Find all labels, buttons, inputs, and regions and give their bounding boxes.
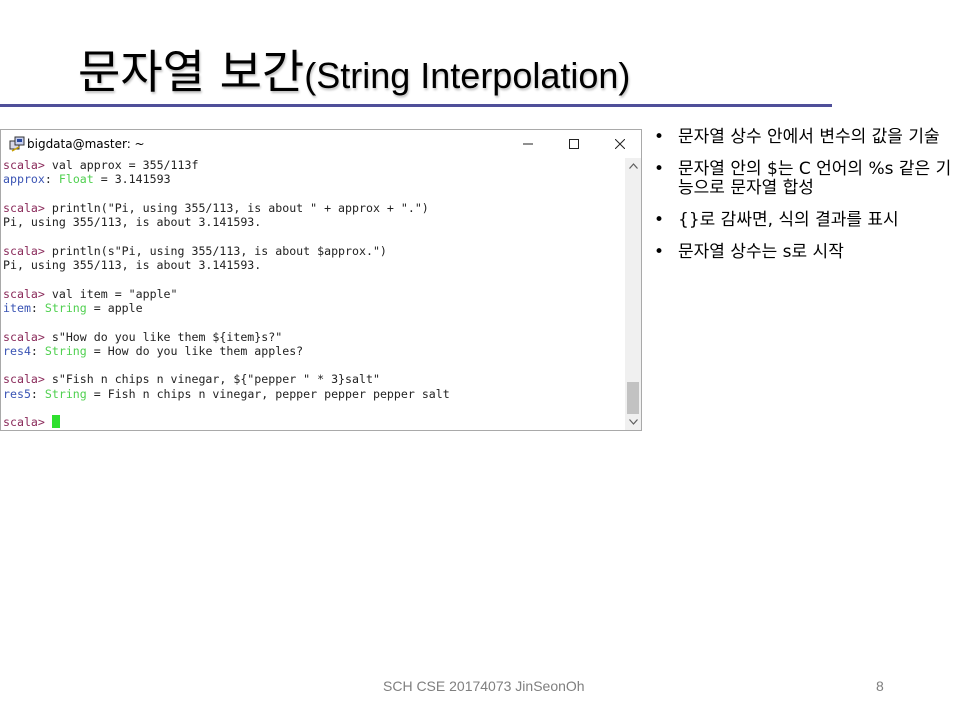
result-type: String: [44, 343, 87, 358]
minimize-icon: [523, 143, 533, 145]
prompt-text: scala>: [3, 329, 45, 344]
line-text: Pi, using 355/113, is about 3.141593.: [3, 258, 262, 273]
line-text: :: [30, 343, 45, 358]
bullet-item: • 문자열 상수는 s로 시작: [652, 243, 952, 262]
prompt-text: scala>: [3, 372, 45, 387]
terminal-line: scala> val item = "apple": [1, 287, 625, 301]
bullet-text: 문자열 상수는 s로 시작: [678, 242, 844, 262]
text-cursor: [51, 415, 60, 429]
prompt-text: scala>: [3, 158, 45, 172]
line-text: :: [30, 386, 45, 401]
result-identifier: res4: [3, 343, 31, 358]
slide-title-english: (String Interpolation): [304, 55, 631, 96]
scroll-up-button[interactable]: [625, 158, 641, 174]
line-text: Pi, using 355/113, is about 3.141593.: [3, 215, 262, 230]
line-text: :: [30, 300, 45, 315]
bullet-text: 문자열 상수 안에서 변수의 값을 기술: [678, 127, 940, 147]
bullet-text: {}로 감싸면, 식의 결과를 표시: [678, 210, 899, 230]
terminal-line: item: String = apple: [1, 301, 625, 315]
result-value: = Fish n chips n vinegar, pepper pepper …: [86, 386, 450, 401]
result-type: String: [44, 386, 87, 401]
line-text: s"Fish n chips n vinegar, ${"pepper " * …: [44, 372, 380, 387]
terminal-line: scala> s"How do you like them ${item}s?": [1, 330, 625, 344]
bullet-text: 문자열 안의 $는 C 언어의 %s 같은 기능으로 문자열 합성: [678, 159, 952, 198]
bullet-dot-icon: •: [654, 159, 665, 179]
bullet-list: • 문자열 상수 안에서 변수의 값을 기술 • 문자열 안의 $는 C 언어의 %s…: [652, 128, 952, 275]
line-text: val approx = 355/113f: [44, 158, 199, 172]
bullet-dot-icon: •: [654, 242, 665, 262]
line-text: :: [44, 172, 59, 187]
putty-icon: [9, 136, 25, 152]
result-identifier: item: [3, 300, 31, 315]
prompt-text: scala>: [3, 200, 45, 215]
page-number: 8: [876, 678, 884, 694]
line-text: println("Pi, using 355/113, is about " +…: [44, 200, 429, 215]
bullet-item: • {}로 감싸면, 식의 결과를 표시: [652, 211, 952, 230]
window-titlebar[interactable]: bigdata@master: ~: [1, 130, 641, 158]
result-value: = apple: [86, 300, 143, 315]
line-text: println(s"Pi, using 355/113, is about $a…: [44, 243, 387, 258]
result-identifier: res5: [3, 386, 31, 401]
scrollbar-thumb[interactable]: [627, 382, 639, 414]
bullet-item: • 문자열 상수 안에서 변수의 값을 기술: [652, 128, 952, 147]
result-identifier: approx: [3, 172, 45, 187]
terminal-line: res4: String = How do you like them appl…: [1, 344, 625, 358]
prompt-text: scala>: [3, 286, 45, 301]
prompt-text: scala>: [3, 415, 45, 430]
maximize-icon: [569, 139, 579, 149]
terminal-line: Pi, using 355/113, is about 3.141593.: [1, 258, 625, 272]
result-type: Float: [58, 172, 94, 187]
result-value: = 3.141593: [93, 172, 171, 187]
window-title: bigdata@master: ~: [27, 137, 145, 151]
line-text: s"How do you like them ${item}s?": [44, 329, 283, 344]
result-type: String: [44, 300, 87, 315]
terminal-input-line[interactable]: scala>: [1, 415, 625, 429]
minimize-button[interactable]: [505, 130, 551, 158]
bullet-dot-icon: •: [654, 127, 665, 147]
terminal-line: scala> println("Pi, using 355/113, is ab…: [1, 201, 625, 215]
close-button[interactable]: [597, 130, 643, 158]
putty-terminal-window[interactable]: bigdata@master: ~ scala> val approx = 35…: [0, 129, 642, 431]
vertical-scrollbar[interactable]: [625, 158, 641, 430]
scroll-down-button[interactable]: [625, 414, 641, 430]
terminal-line: approx: Float = 3.141593: [1, 172, 625, 186]
chevron-down-icon: [628, 419, 638, 425]
title-underline: [0, 104, 832, 107]
terminal-line: res5: String = Fish n chips n vinegar, p…: [1, 387, 625, 401]
line-text: val item = "apple": [44, 286, 178, 301]
slide-footer: SCH CSE 20174073 JinSeonOh: [383, 678, 585, 694]
terminal-screen[interactable]: scala> val approx = 355/113f approx: Floa…: [1, 158, 625, 430]
terminal-line: scala> val approx = 355/113f: [1, 158, 625, 172]
slide-title-korean: 문자열 보간: [78, 45, 305, 99]
close-icon: [615, 139, 625, 149]
terminal-line: scala> println(s"Pi, using 355/113, is a…: [1, 244, 625, 258]
prompt-text: scala>: [3, 243, 45, 258]
result-value: = How do you like them apples?: [86, 343, 304, 358]
terminal-line: scala> s"Fish n chips n vinegar, ${"pepp…: [1, 372, 625, 386]
slide-title: 문자열 보간(String Interpolation): [78, 36, 630, 102]
maximize-button[interactable]: [551, 130, 597, 158]
bullet-item: • 문자열 안의 $는 C 언어의 %s 같은 기능으로 문자열 합성: [652, 160, 952, 198]
bullet-dot-icon: •: [654, 210, 665, 230]
terminal-line: Pi, using 355/113, is about 3.141593.: [1, 215, 625, 229]
chevron-up-icon: [628, 163, 638, 169]
